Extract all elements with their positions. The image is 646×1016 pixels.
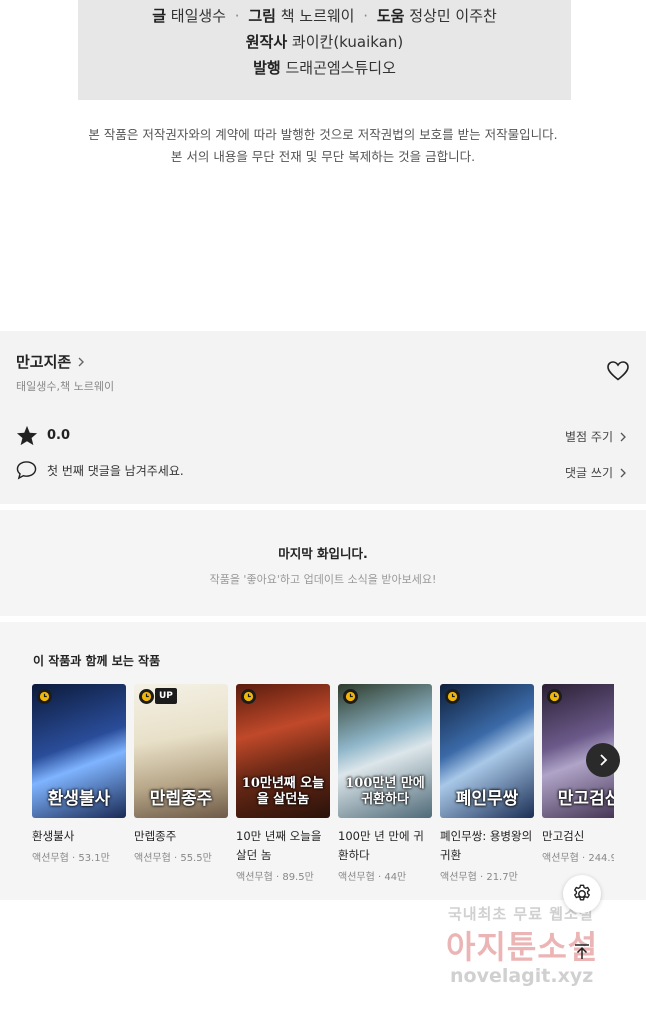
scroll-top-button[interactable] [563,933,601,971]
clock-icon [343,689,358,704]
rec-meta: 액션무협 · 44만 [338,872,407,883]
rec-cover-title: 만고검신 [557,789,614,809]
rec-cover: 환생불사 [32,684,126,818]
recommendations-section: 이 작품과 함께 보는 작품 환생불사 환생불사 액션무협 · 53.1만 UP… [0,622,646,900]
assist-name: 정상민 이주찬 [409,7,497,25]
rec-card[interactable]: 10만년째 오늘을 살던놈 10만 년째 오늘을 살던 놈 액션무협 · 89.… [236,684,330,883]
art-name: 책 노르웨이 [280,7,355,25]
art-label: 그림 [248,7,276,25]
gear-icon [574,884,590,901]
up-badge: UP [155,688,177,704]
settings-button[interactable] [563,875,601,913]
chevron-right-icon [620,432,626,441]
series-title-link[interactable]: 만고지존 [16,351,87,372]
series-authors: 태일생수,책 노르웨이 [16,380,115,393]
clock-icon [139,689,154,704]
clock-icon [547,689,562,704]
last-episode-notice: 마지막 화입니다. 작품을 '좋아요'하고 업데이트 소식을 받아보세요! [0,510,646,616]
rec-title: 10만 년째 오늘을 살던 놈 [236,829,322,862]
write-comment-label: 댓글 쓰기 [565,466,613,480]
comment-prompt: 첫 번째 댓글을 남겨주세요. [16,460,184,480]
rate-link-label: 별점 주기 [565,430,613,444]
writer-label: 글 [152,7,166,25]
arrow-up-icon [575,944,589,959]
rating-value: 0.0 [47,428,71,443]
rec-meta: 액션무협 · 89.5만 [236,872,314,883]
series-info-panel: 만고지존 태일생수,책 노르웨이 0.0 별점 주기 첫 번째 댓글을 남겨주세… [0,331,646,504]
last-episode-sub: 작품을 '좋아요'하고 업데이트 소식을 받아보세요! [209,573,437,586]
rec-cover-title: 100만년 만에 귀환하다 [345,776,425,807]
writer-name: 태일생수 [170,7,226,25]
series-title: 만고지존 [16,353,72,371]
publisher-label: 발행 [253,59,281,77]
separator: · [234,7,240,25]
original-name: 콰이칸(kuaikan) [291,33,404,51]
rec-cover: 10만년째 오늘을 살던놈 [236,684,330,818]
rate-link[interactable]: 별점 주기 [565,428,628,445]
original-label: 원작사 [245,33,288,51]
rec-card[interactable]: 100만년 만에 귀환하다 100만 년 만에 귀환하다 액션무협 · 44만 [338,684,432,883]
rec-title: 폐인무쌍: 용병왕의 귀환 [440,829,533,862]
chevron-right-icon [600,754,608,766]
rec-meta: 액션무협 · 55.5만 [134,853,212,864]
rec-cover-title: 만렙종주 [149,789,213,809]
rec-title: 환생불사 [32,829,75,843]
star-icon [16,425,38,446]
rec-meta: 액션무협 · 21.7만 [440,872,518,883]
assist-label: 도움 [376,7,405,25]
rec-cover: 폐인무쌍 [440,684,534,818]
rec-title: 만렙종주 [134,829,177,843]
comment-prompt-text: 첫 번째 댓글을 남겨주세요. [47,463,184,478]
chevron-right-icon [620,468,626,477]
notice-line-1: 본 작품은 저작권자와의 계약에 따라 발행한 것으로 저작권법의 보호를 받는… [88,127,558,142]
rec-cover: UP 만렙종주 [134,684,228,818]
recommendations-heading: 이 작품과 함께 보는 작품 [33,654,161,668]
carousel-next-button[interactable] [586,743,620,777]
rec-title: 100만 년 만에 귀환하다 [338,829,424,862]
write-comment-link[interactable]: 댓글 쓰기 [565,464,628,481]
publisher-name: 드래곤엠스튜디오 [285,59,396,77]
credits-line-2: 원작사 콰이칸(kuaikan) [78,29,571,55]
rec-cover-title: 10만년째 오늘을 살던놈 [241,776,325,807]
rating-display: 0.0 [16,425,70,446]
last-episode-heading: 마지막 화입니다. [278,546,368,561]
rec-cover-title: 폐인무쌍 [455,789,519,809]
rec-card[interactable]: UP 만렙종주 만렙종주 액션무협 · 55.5만 [134,684,228,864]
notice-line-2: 본 서의 내용을 무단 전재 및 무단 복제하는 것을 금합니다. [170,149,476,164]
credits-box: 글 태일생수 · 그림 책 노르웨이 · 도움 정상민 이주찬 원작사 콰이칸(… [78,0,571,100]
rec-cover: 100만년 만에 귀환하다 [338,684,432,818]
rec-meta: 액션무협 · 244.9만 [542,853,614,864]
clock-icon [37,689,52,704]
heart-icon[interactable] [606,359,630,383]
comment-icon [16,461,37,480]
rec-title: 만고검신 [542,829,585,843]
watermark: 국내최초 무료 웹소설 아지툰소설 novelagit.xyz [440,898,640,998]
clock-icon [241,689,256,704]
chevron-right-icon [78,357,85,366]
rec-cover-title: 환생불사 [47,789,111,809]
credits-line-1: 글 태일생수 · 그림 책 노르웨이 · 도움 정상민 이주찬 [78,3,571,29]
rec-card[interactable]: 폐인무쌍 폐인무쌍: 용병왕의 귀환 액션무협 · 21.7만 [440,684,534,883]
credits-line-3: 발행 드래곤엠스튜디오 [78,55,571,81]
clock-icon [445,689,460,704]
separator: · [363,7,369,25]
copyright-notice: 본 작품은 저작권자와의 계약에 따라 발행한 것으로 저작권법의 보호를 받는… [0,124,646,168]
rec-meta: 액션무협 · 53.1만 [32,853,110,864]
rec-card[interactable]: 환생불사 환생불사 액션무협 · 53.1만 [32,684,126,864]
recommendations-carousel[interactable]: 환생불사 환생불사 액션무협 · 53.1만 UP 만렙종주 만렙종주 액션무협… [32,684,614,894]
